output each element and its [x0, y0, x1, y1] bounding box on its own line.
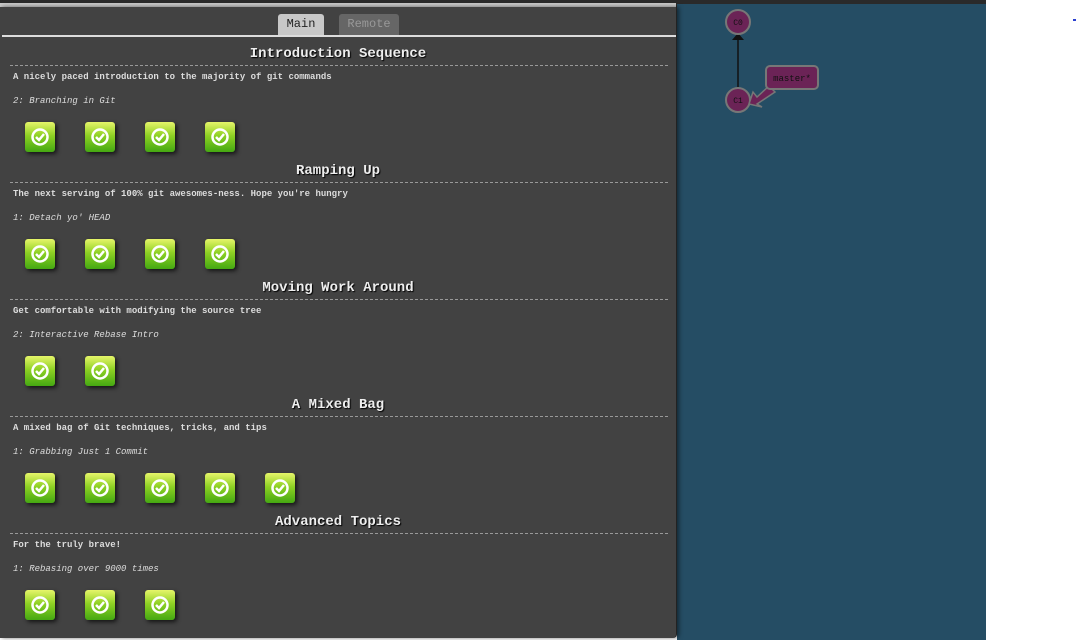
current-level-name: 2: Interactive Rebase Intro	[13, 330, 159, 340]
level-select-panel: Main Remote Introduction Sequence A nice…	[0, 7, 677, 638]
commit-graph: C0 C1 master*	[725, 9, 819, 113]
level-button-completed[interactable]	[85, 239, 115, 269]
level-button-completed[interactable]	[85, 590, 115, 620]
sequence-description: A mixed bag of Git techniques, tricks, a…	[13, 423, 267, 433]
current-level-name: 2: Branching in Git	[13, 96, 116, 106]
level-button-completed[interactable]	[205, 473, 235, 503]
sequence-section: Introduction Sequence A nicely paced int…	[0, 45, 676, 162]
sequence-section: Moving Work Around Get comfortable with …	[0, 279, 676, 396]
divider	[10, 533, 668, 534]
sequence-description: Get comfortable with modifying the sourc…	[13, 306, 262, 316]
level-button-completed[interactable]	[25, 590, 55, 620]
level-button-completed[interactable]	[145, 122, 175, 152]
tab-remote[interactable]: Remote	[339, 14, 399, 35]
divider	[10, 299, 668, 300]
git-graph-canvas: C0 C1 master*	[677, 4, 986, 640]
sequence-list: Introduction Sequence A nicely paced int…	[0, 45, 676, 630]
level-button-completed[interactable]	[85, 473, 115, 503]
level-button-completed[interactable]	[25, 239, 55, 269]
level-button-completed[interactable]	[145, 239, 175, 269]
level-button-completed[interactable]	[205, 239, 235, 269]
tab-divider	[2, 35, 676, 37]
level-button-completed[interactable]	[265, 473, 295, 503]
sequence-title: Advanced Topics	[274, 514, 402, 530]
branch-label: master*	[773, 74, 811, 84]
sequence-description: For the truly brave!	[13, 540, 122, 550]
level-button-completed[interactable]	[205, 122, 235, 152]
sequence-section: A Mixed Bag A mixed bag of Git technique…	[0, 396, 676, 513]
sequence-title: Moving Work Around	[262, 280, 414, 296]
sequence-description: The next serving of 100% git awesomes-ne…	[13, 189, 348, 199]
level-button-completed[interactable]	[85, 122, 115, 152]
current-level-name: 1: Rebasing over 9000 times	[13, 564, 159, 574]
sequence-section: Ramping Up The next serving of 100% git …	[0, 162, 676, 279]
sequence-title: Introduction Sequence	[249, 46, 427, 62]
level-button-completed[interactable]	[25, 356, 55, 386]
current-level-name: 1: Detach yo' HEAD	[13, 213, 111, 223]
tab-bar: Main Remote	[0, 14, 676, 35]
current-level-name: 1: Grabbing Just 1 Commit	[13, 447, 149, 457]
level-button-completed[interactable]	[145, 473, 175, 503]
sequence-title: Ramping Up	[295, 163, 380, 179]
commit-c0-label: C0	[733, 19, 743, 28]
sequence-description: A nicely paced introduction to the major…	[13, 72, 332, 82]
level-button-completed[interactable]	[145, 590, 175, 620]
level-button-completed[interactable]	[25, 122, 55, 152]
commit-c1-label: C1	[733, 97, 743, 106]
level-button-completed[interactable]	[85, 356, 115, 386]
divider	[10, 416, 668, 417]
level-button-completed[interactable]	[25, 473, 55, 503]
sequence-title: A Mixed Bag	[291, 397, 385, 413]
divider	[10, 65, 668, 66]
sequence-section: Advanced Topics For the truly brave! 1: …	[0, 513, 676, 630]
divider	[10, 182, 668, 183]
tab-main[interactable]: Main	[278, 14, 324, 35]
